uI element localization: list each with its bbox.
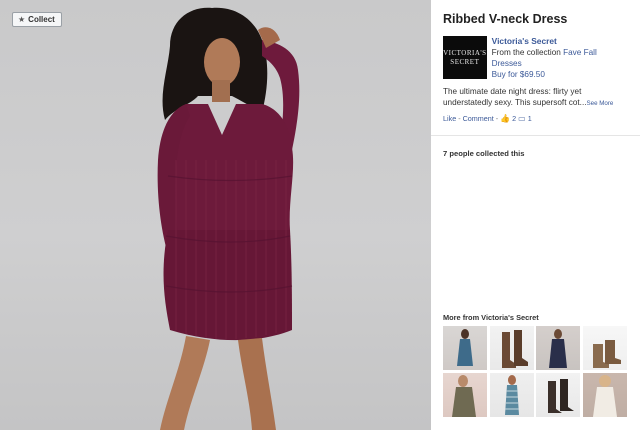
item-viewer: ★ Collect Ribbed V-neck Dress VICTORIA'S… (0, 0, 640, 430)
see-more-link[interactable]: See More (587, 100, 614, 107)
thumbnail-blue-dress[interactable] (443, 326, 487, 370)
brand-logo[interactable]: VICTORIA'S SECRET (443, 36, 487, 79)
comment-count[interactable]: 1 (528, 114, 532, 123)
brand-name-link[interactable]: Victoria's Secret (492, 36, 628, 47)
more-from-title: More from Victoria's Secret (443, 313, 539, 322)
thumbnail-tan-boots[interactable] (582, 326, 627, 370)
thumbnail-navy-dress[interactable] (536, 326, 580, 370)
thumbnail-cream-dress[interactable] (582, 372, 627, 417)
star-icon: ★ (18, 15, 26, 24)
collect-label: Collect (28, 15, 55, 24)
item-title: Ribbed V-neck Dress (443, 12, 568, 26)
buy-link[interactable]: Buy for $69.50 (492, 69, 628, 80)
model-photo (157, 7, 300, 430)
comment-link[interactable]: Comment (463, 114, 494, 123)
thumbnail-brown-boots[interactable] (489, 326, 534, 370)
info-panel: Ribbed V-neck Dress VICTORIA'S SECRET Vi… (431, 0, 640, 430)
photo-stage: ★ Collect (0, 0, 431, 430)
action-bar: Like - Comment - 👍 2 ▭ 1 (443, 114, 628, 123)
separator: - (458, 114, 461, 123)
collected-count[interactable]: 7 people collected this (443, 149, 628, 158)
thumbnail-floral-dress[interactable] (443, 372, 487, 417)
thumbnail-grid (443, 326, 631, 417)
comment-bubble-icon[interactable]: ▭ (518, 114, 526, 123)
brand-block: VICTORIA'S SECRET Victoria's Secret From… (443, 36, 628, 80)
like-link[interactable]: Like (443, 114, 456, 123)
more-from-brand: More from Victoria's Secret (443, 313, 631, 417)
brand-logo-line-1: VICTORIA'S (443, 48, 487, 57)
thumbnail-black-boots[interactable] (536, 372, 580, 417)
item-description: The ultimate date night dress: flirty ye… (443, 86, 628, 109)
panel-divider (431, 135, 640, 136)
description-text: The ultimate date night dress: flirty ye… (443, 87, 587, 107)
separator: - (495, 114, 499, 123)
brand-logo-line-2: SECRET (450, 57, 480, 66)
thumbs-up-icon[interactable]: 👍 (500, 114, 510, 123)
collection-line: From the collection Fave Fall Dresses (492, 47, 628, 69)
collection-prefix: From the collection (491, 48, 564, 57)
like-count[interactable]: 2 (512, 114, 516, 123)
collect-button[interactable]: ★ Collect (12, 12, 62, 27)
thumbnail-striped-dress[interactable] (489, 372, 534, 417)
brand-info: Victoria's Secret From the collection Fa… (492, 36, 628, 80)
